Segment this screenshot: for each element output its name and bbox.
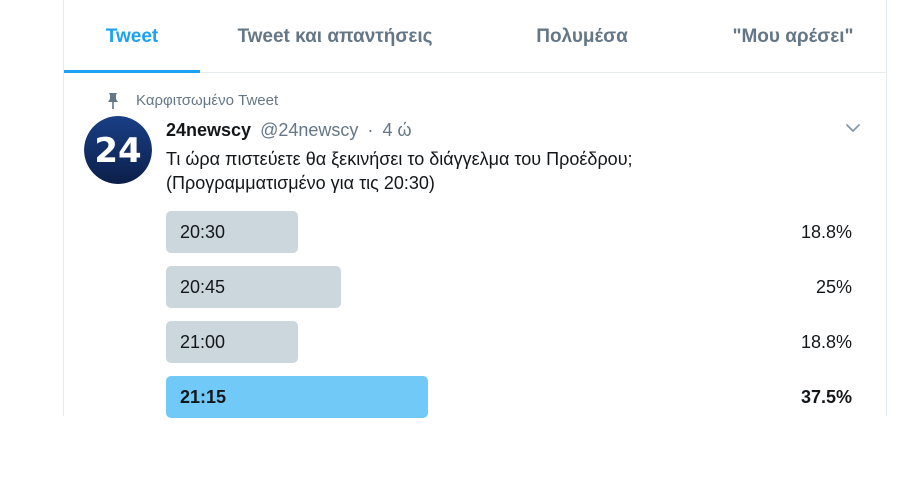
- poll-option[interactable]: 20:45 25%: [166, 266, 852, 308]
- chevron-down-icon[interactable]: [844, 119, 862, 137]
- active-tab-indicator: [64, 70, 200, 73]
- avatar-logo: 24: [84, 116, 152, 184]
- tab-tweets[interactable]: Tweet: [64, 0, 200, 72]
- poll-option[interactable]: 20:30 18.8%: [166, 211, 852, 253]
- tab-media[interactable]: Πολυμέσα: [504, 0, 660, 72]
- pinned-indicator: Καρφιτσωμένο Tweet: [108, 91, 279, 111]
- user-handle[interactable]: @24newscy: [260, 120, 358, 140]
- poll-option-percent: 18.8%: [800, 332, 852, 352]
- pinned-label: Καρφιτσωμένο Tweet: [136, 92, 279, 109]
- poll-option-label: 21:15: [180, 387, 227, 407]
- tweet-text-line-2: (Προγραμματισμένο για τις 20:30): [166, 173, 435, 193]
- tweet-timestamp[interactable]: 4 ώ: [382, 120, 411, 140]
- profile-timeline-panel: Tweet Tweet και απαντήσεις Πολυμέσα "Μου…: [63, 0, 887, 418]
- poll-option-winner[interactable]: 21:15 37.5%: [166, 376, 852, 418]
- display-name[interactable]: 24newscy: [166, 120, 251, 140]
- poll-option-label: 20:30: [180, 222, 226, 242]
- avatar[interactable]: 24: [84, 116, 152, 184]
- avatar-text: 24: [94, 131, 141, 171]
- header-separator: ·: [367, 120, 374, 140]
- profile-tabs: Tweet Tweet και απαντήσεις Πολυμέσα "Μου…: [64, 0, 886, 73]
- poll-option-label: 21:00: [180, 332, 226, 352]
- tab-likes[interactable]: "Μου αρέσει": [700, 0, 886, 72]
- poll-option-percent: 37.5%: [800, 387, 852, 407]
- tweet-text-line-1: Τι ώρα πιστεύετε θα ξεκινήσει το διάγγελ…: [166, 149, 633, 169]
- tweet-header: 24newscy @24newscy · 4 ώ: [166, 118, 412, 142]
- tweet-text: Τι ώρα πιστεύετε θα ξεκινήσει το διάγγελ…: [166, 147, 806, 195]
- poll-option-label: 20:45: [180, 277, 226, 297]
- poll-option-percent: 25%: [815, 277, 852, 297]
- poll-option[interactable]: 21:00 18.8%: [166, 321, 852, 363]
- pin-icon: [108, 93, 118, 109]
- tab-tweets-and-replies[interactable]: Tweet και απαντήσεις: [224, 0, 446, 72]
- poll-option-percent: 18.8%: [800, 222, 852, 242]
